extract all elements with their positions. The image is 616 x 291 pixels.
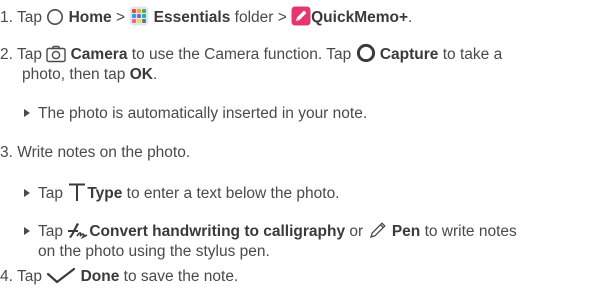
step-text: Tap	[16, 9, 42, 26]
quickmemo-pen-icon	[291, 6, 311, 32]
step-text: or	[349, 223, 364, 240]
bullet-arrow-icon	[24, 109, 30, 117]
step-3: 3. Write notes on the photo.	[0, 143, 190, 163]
step-text: Tap	[38, 185, 63, 202]
essentials-label: Essentials	[153, 9, 231, 26]
pen-label: Pen	[391, 223, 421, 240]
step-text: Write notes on the photo.	[17, 144, 191, 161]
step-text: Tap	[38, 223, 63, 240]
step-3-bullet-type: Tap Type to enter a text below the photo…	[24, 182, 340, 208]
instructions-document: 1. Tap Home > Essentials folder > QuickM…	[0, 0, 616, 289]
convert-calligraphy-label: Convert handwriting to calligraphy	[89, 223, 346, 240]
step-number: 2.	[0, 46, 13, 63]
capture-label: Capture	[379, 46, 439, 63]
step-2-continued: photo, then tap OK.	[22, 65, 157, 85]
bullet-arrow-icon	[24, 189, 30, 197]
checkmark-done-icon	[46, 267, 76, 291]
home-circle-icon	[46, 8, 64, 32]
step-number: 3.	[0, 144, 13, 161]
separator: >	[115, 9, 126, 26]
step-2-note: The photo is automatically inserted in y…	[24, 104, 367, 124]
home-label: Home	[68, 9, 112, 26]
step-text: to enter a text below the photo.	[126, 185, 340, 202]
ok-label: OK	[129, 66, 153, 83]
bullet-arrow-icon	[24, 227, 30, 235]
step-text: to save the note.	[123, 268, 239, 285]
camera-label: Camera	[70, 46, 128, 63]
step-text: Tap	[16, 268, 42, 285]
pen-icon	[368, 220, 388, 246]
step-text: to write notes	[424, 223, 517, 240]
text-type-icon	[67, 182, 87, 208]
step-text: .	[408, 9, 413, 26]
note-text: The photo is automatically inserted in y…	[38, 105, 368, 122]
step-text: .	[152, 66, 158, 83]
step-number: 4.	[0, 268, 13, 285]
step-4: 4. Tap Done to save the note.	[0, 267, 238, 291]
step-text: photo, then tap	[22, 66, 126, 83]
step-text: Tap	[16, 46, 42, 63]
step-3-bullet-calligraphy-continued: on the photo using the stylus pen.	[38, 242, 270, 262]
done-label: Done	[80, 268, 120, 285]
step-1: 1. Tap Home > Essentials folder > QuickM…	[0, 6, 412, 32]
quickmemo-label: QuickMemo+	[311, 9, 409, 26]
step-text: folder >	[234, 9, 287, 26]
capture-button-icon	[356, 43, 376, 69]
essentials-folder-icon	[129, 6, 149, 32]
step-number: 1.	[0, 9, 13, 26]
step-text: to take a	[442, 46, 503, 63]
type-label: Type	[87, 185, 123, 202]
step-text: to use the Camera function. Tap	[131, 46, 352, 63]
step-text: on the photo using the stylus pen.	[38, 243, 270, 260]
